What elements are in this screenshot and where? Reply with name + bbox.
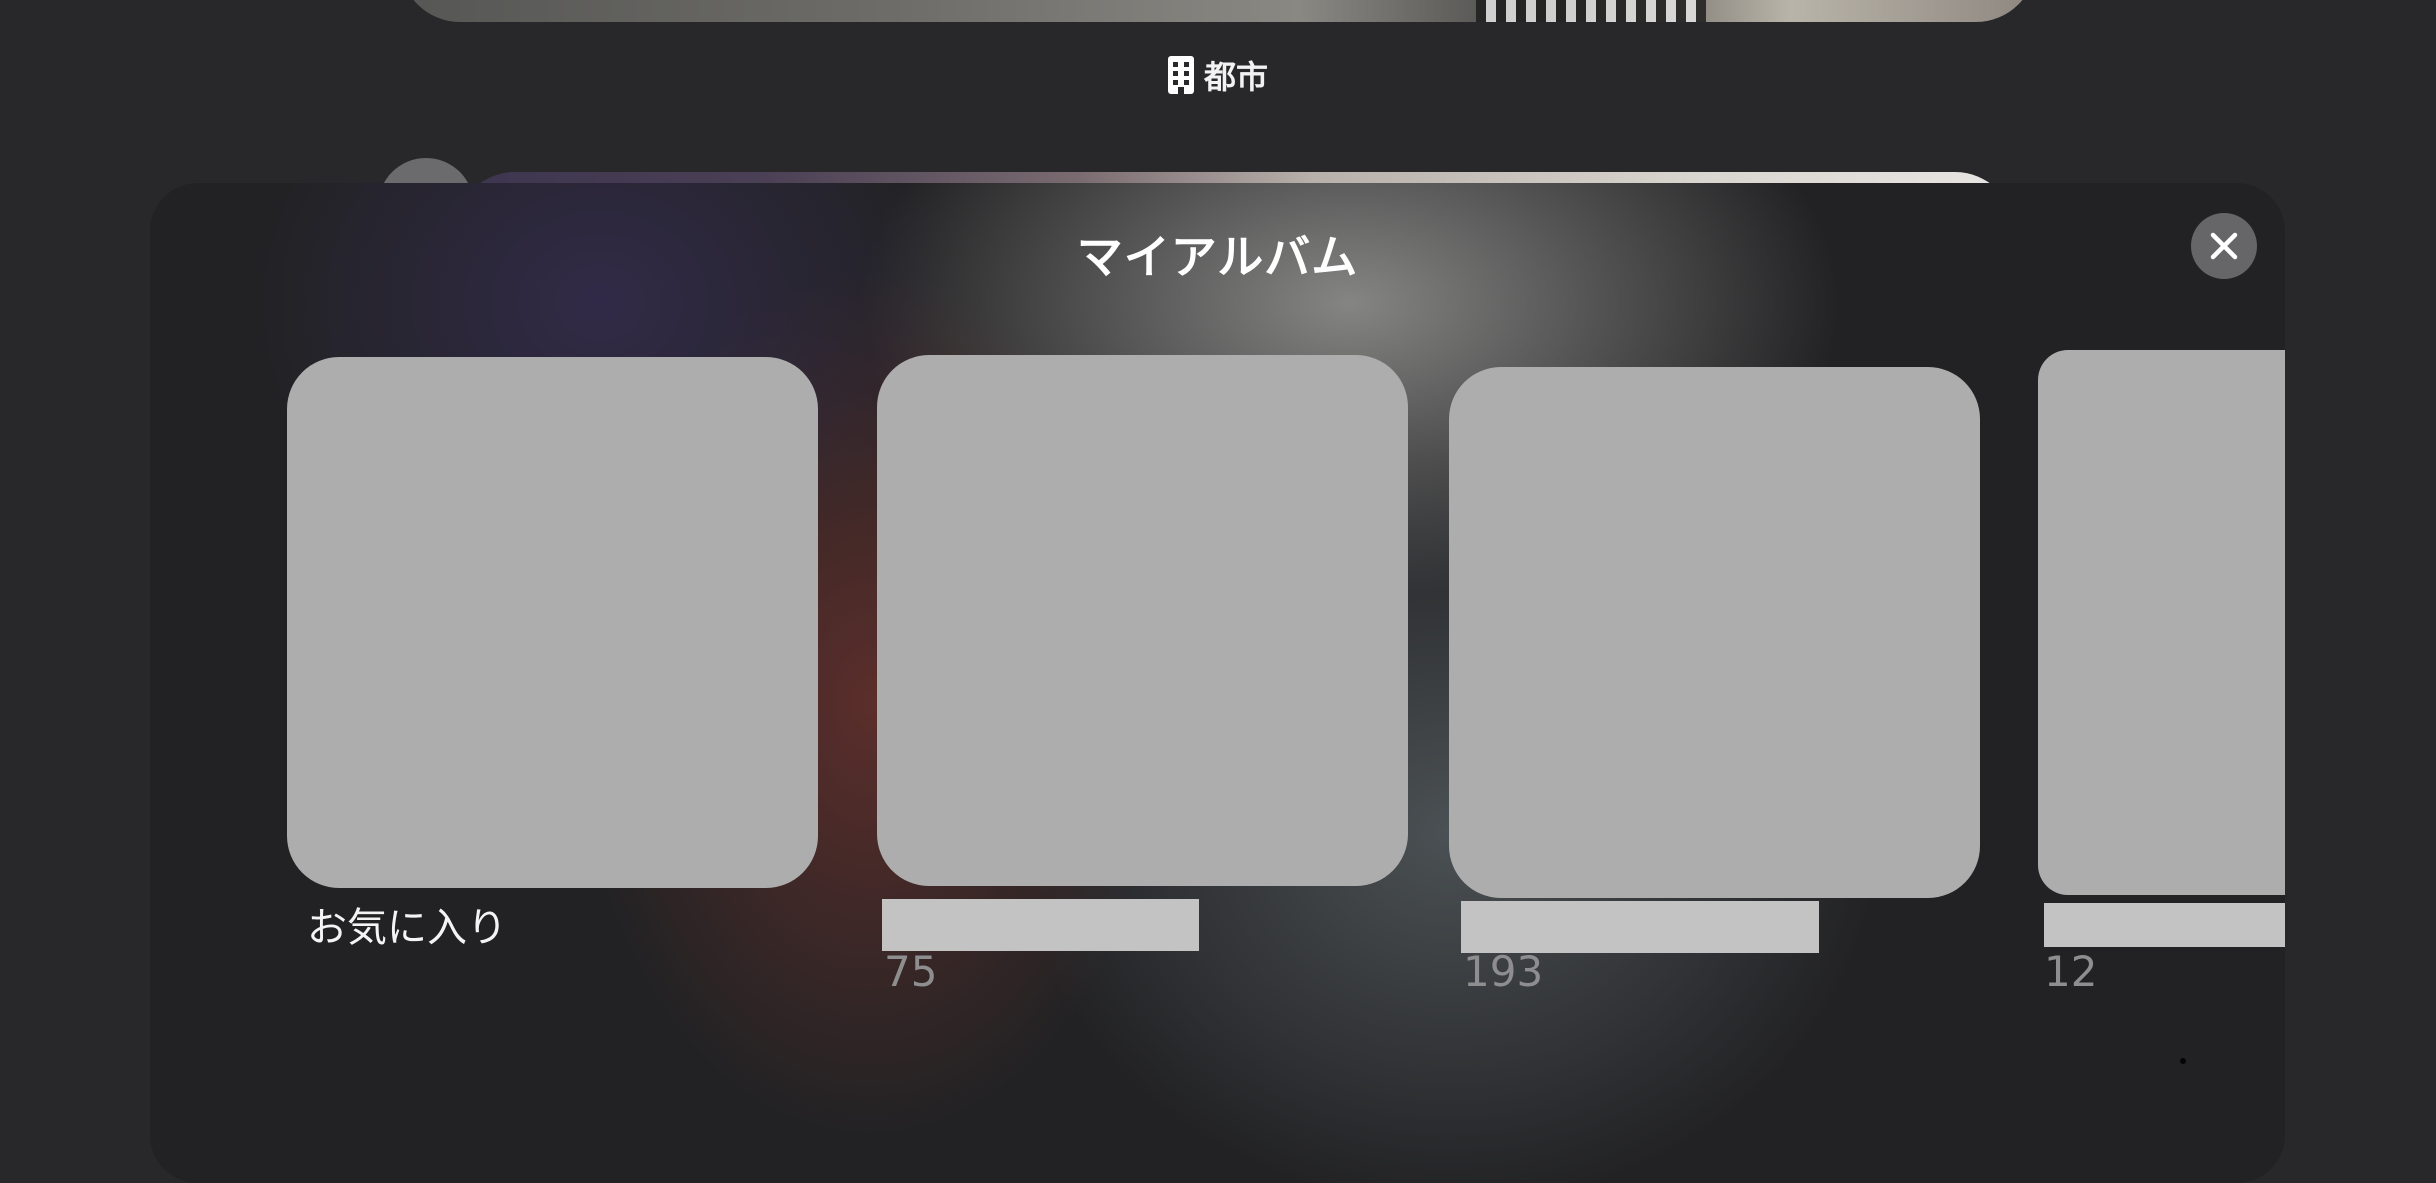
decorative-dot <box>2180 1058 2186 1064</box>
building-icon <box>1167 56 1194 94</box>
album-name-redacted <box>1461 901 1819 953</box>
album-count: 193 <box>1463 947 1544 996</box>
album-name-redacted <box>2044 903 2285 947</box>
my-albums-sheet: マイアルバム お気に入り 75 193 12 <box>150 183 2285 1183</box>
album-name: お気に入り <box>307 905 507 951</box>
photo-detail <box>1476 0 1706 22</box>
background-photo-top <box>400 0 2036 22</box>
album-count: 75 <box>884 947 938 996</box>
album-thumbnail[interactable] <box>877 355 1408 886</box>
album-thumbnail[interactable] <box>1449 367 1980 898</box>
album-thumbnail[interactable] <box>2038 350 2285 895</box>
background-section-caption[interactable]: 都市 <box>0 52 2436 98</box>
background-caption-label: 都市 <box>1203 58 1268 96</box>
album-count: 12 <box>2044 947 2098 996</box>
close-button[interactable] <box>2191 213 2257 279</box>
sheet-title: マイアルバム <box>1076 230 1359 284</box>
close-icon <box>2210 232 2238 260</box>
album-name-redacted <box>882 899 1199 951</box>
album-thumbnail[interactable] <box>287 357 818 888</box>
